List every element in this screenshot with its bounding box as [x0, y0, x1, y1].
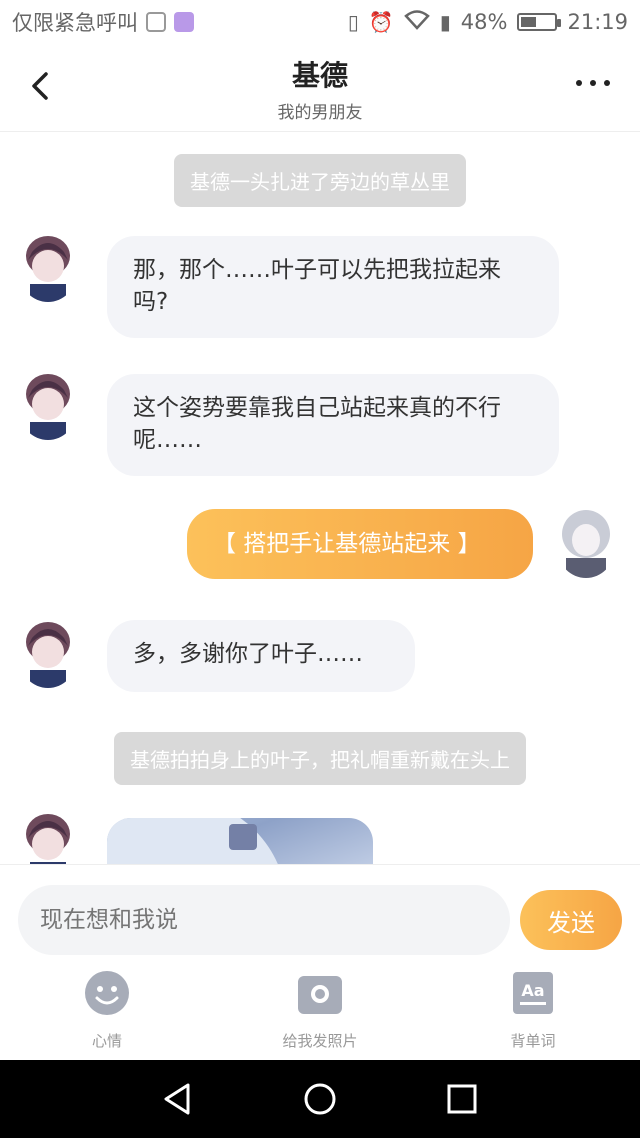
more-dot-icon	[604, 80, 610, 86]
more-options-button[interactable]	[576, 80, 610, 86]
nav-back-button[interactable]	[160, 1081, 196, 1117]
contact-avatar[interactable]	[20, 808, 76, 864]
battery-percent: 48%	[460, 10, 508, 34]
send-photo-label: 给我发照片	[282, 1032, 358, 1050]
nav-recents-button[interactable]	[444, 1081, 480, 1117]
more-dot-icon	[576, 80, 582, 86]
input-bar: 发送	[0, 864, 640, 960]
chat-title: 基德	[291, 59, 348, 92]
chat-subtitle: 我的男朋友	[277, 103, 363, 123]
system-message: 基德一头扎进了旁边的草丛里	[174, 154, 466, 207]
square-recents-icon	[447, 1084, 477, 1114]
message-input[interactable]	[18, 885, 510, 955]
gallery-notification-icon	[174, 12, 194, 32]
mood-button[interactable]: 心情	[47, 970, 167, 1051]
triangle-back-icon	[164, 1083, 190, 1115]
contact-avatar[interactable]	[20, 230, 76, 302]
user-message: 【 搭把手让基德站起来 】	[187, 509, 533, 579]
alarm-icon: ⏰	[368, 10, 394, 34]
send-photo-button[interactable]: 给我发照片	[260, 970, 380, 1051]
carrier-text: 仅限紧急呼叫	[12, 11, 138, 35]
contact-message: 这个姿势要靠我自己站起来真的不行呢……	[107, 374, 559, 476]
chat-header: 基德 我的男朋友	[0, 44, 640, 132]
user-avatar[interactable]	[558, 506, 614, 578]
more-dot-icon	[590, 80, 596, 86]
wifi-icon	[403, 9, 430, 35]
notification-icon	[146, 12, 166, 32]
circle-home-icon	[304, 1083, 336, 1115]
status-bar: 仅限紧急呼叫 ▯ ⏰ ▮ 48% 21:19	[0, 0, 640, 44]
vocabulary-button[interactable]: Aa 背单词	[473, 970, 593, 1051]
nav-home-button[interactable]	[302, 1081, 338, 1117]
vibrate-icon: ▯	[347, 10, 359, 34]
tool-bar: 心情 给我发照片 Aa 背单词	[0, 960, 640, 1060]
smiley-icon	[84, 970, 130, 1016]
camera-icon	[297, 970, 343, 1016]
contact-message: 多，多谢你了叶子……	[107, 620, 415, 692]
contact-avatar[interactable]	[20, 616, 76, 688]
image-figure	[229, 824, 257, 850]
contact-message: 那，那个……叶子可以先把我拉起来吗?	[107, 236, 559, 338]
contact-avatar[interactable]	[20, 368, 76, 440]
image-moon	[107, 818, 287, 864]
image-message[interactable]	[107, 818, 373, 864]
mood-label: 心情	[91, 1032, 122, 1050]
vocabulary-label: 背单词	[510, 1032, 556, 1050]
svg-text:Aa: Aa	[521, 981, 544, 1000]
chat-area[interactable]: 基德一头扎进了旁边的草丛里 那，那个……叶子可以先把我拉起来吗? 这个姿势要靠我…	[0, 132, 640, 864]
clock: 21:19	[567, 10, 628, 34]
system-message: 基德拍拍身上的叶子，把礼帽重新戴在头上	[114, 732, 526, 785]
signal-icon: ▮	[439, 10, 451, 34]
navigation-bar	[0, 1060, 640, 1138]
battery-icon	[517, 13, 562, 31]
vocabulary-icon: Aa	[510, 970, 556, 1016]
send-button[interactable]: 发送	[520, 890, 622, 950]
